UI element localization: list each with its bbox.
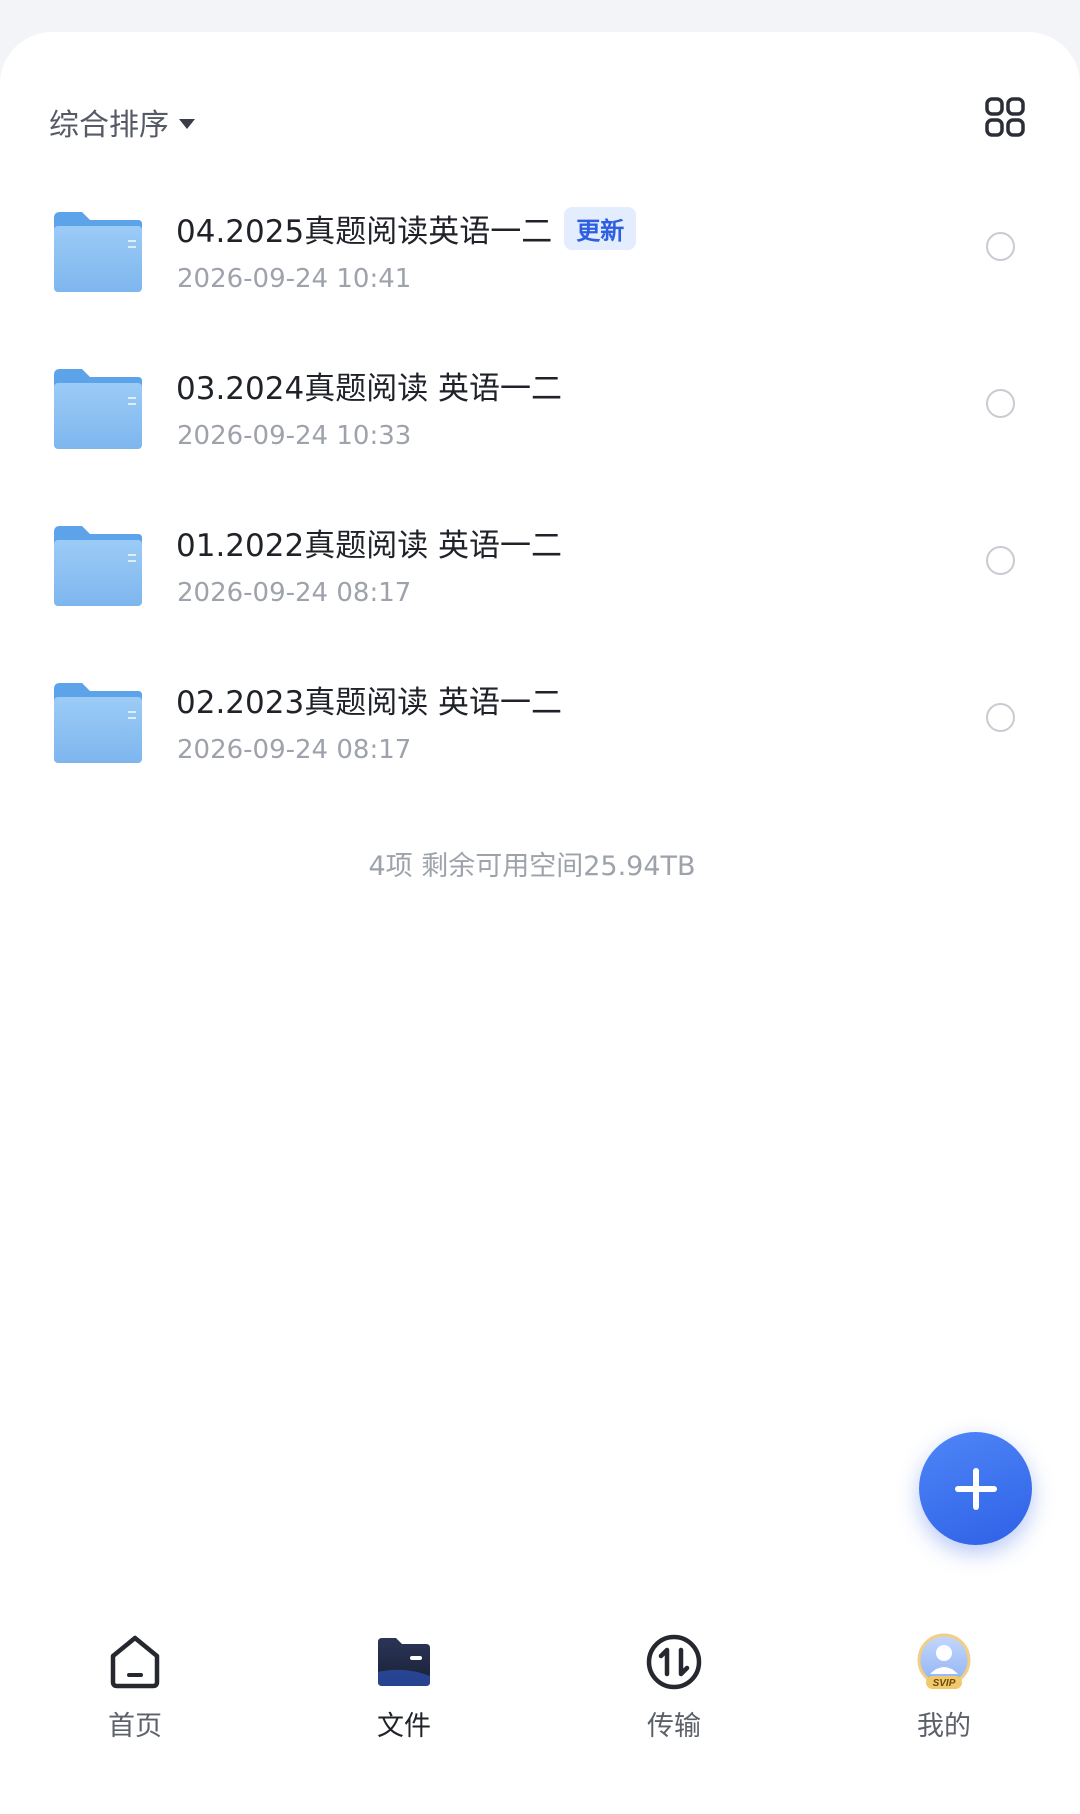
update-badge: 更新: [564, 207, 637, 250]
file-row[interactable]: 04.2025真题阅读英语一二 更新 2026-09-24 10:41: [0, 168, 1080, 325]
home-icon: [110, 1635, 160, 1689]
file-name: 01.2022真题阅读 英语一二: [176, 528, 563, 564]
sort-label: 综合排序: [49, 108, 169, 143]
file-list-panel: 综合排序 04.2025真题阅读英语一二 更新 2026-09-24 10:41…: [0, 32, 1080, 1814]
file-row[interactable]: 02.2023真题阅读 英语一二 2026-09-24 08:17: [0, 639, 1080, 796]
nav-label: 文件: [377, 1711, 431, 1742]
nav-item-transfer[interactable]: 传输: [604, 1622, 744, 1742]
select-radio[interactable]: [986, 703, 1015, 732]
nav-label: 首页: [108, 1711, 162, 1742]
screen: 综合排序 04.2025真题阅读英语一二 更新 2026-09-24 10:41…: [0, 0, 1080, 1814]
transfer-icon: [646, 1634, 702, 1690]
nav-item-home[interactable]: 首页: [65, 1622, 205, 1742]
select-radio[interactable]: [986, 546, 1015, 575]
file-row[interactable]: 01.2022真题阅读 英语一二 2026-09-24 08:17: [0, 482, 1080, 639]
folder-icon: [52, 210, 144, 294]
file-date: 2026-09-24 08:17: [177, 735, 412, 765]
nav-item-files[interactable]: 文件: [334, 1622, 474, 1742]
avatar-svip-icon: SVIP: [917, 1633, 971, 1689]
file-name: 03.2024真题阅读 英语一二: [176, 371, 563, 407]
plus-icon: [954, 1467, 997, 1510]
file-row[interactable]: 03.2024真题阅读 英语一二 2026-09-24 10:33: [0, 325, 1080, 482]
select-radio[interactable]: [986, 389, 1015, 418]
file-name: 04.2025真题阅读英语一二: [176, 214, 553, 250]
add-button[interactable]: [919, 1432, 1032, 1545]
folder-icon: [378, 1638, 430, 1686]
folder-icon: [52, 367, 144, 451]
file-list: 04.2025真题阅读英语一二 更新 2026-09-24 10:41 03.2…: [0, 168, 1080, 796]
folder-icon: [52, 681, 144, 765]
nav-item-me[interactable]: SVIP 我的: [874, 1622, 1014, 1742]
caret-down-icon: [179, 119, 195, 129]
file-date: 2026-09-24 10:41: [177, 264, 412, 294]
folder-icon: [52, 524, 144, 608]
sort-dropdown[interactable]: 综合排序: [49, 100, 195, 144]
storage-summary: 4项 剩余可用空间25.94TB: [368, 851, 696, 882]
bottom-nav: 首页 文件 传输 SVIP 我的: [0, 1622, 1080, 1762]
file-date: 2026-09-24 08:17: [177, 578, 412, 608]
select-radio[interactable]: [986, 232, 1015, 261]
nav-label: 我的: [917, 1711, 971, 1742]
grid-view-icon[interactable]: [984, 96, 1026, 138]
file-date: 2026-09-24 10:33: [177, 421, 412, 451]
svip-badge: SVIP: [933, 1678, 956, 1689]
file-name: 02.2023真题阅读 英语一二: [176, 685, 563, 721]
nav-label: 传输: [647, 1711, 701, 1742]
